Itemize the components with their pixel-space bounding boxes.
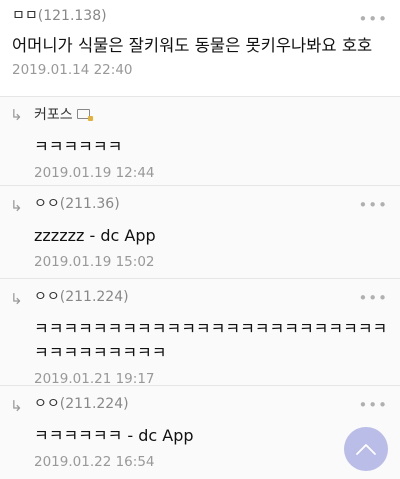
more-dots-icon[interactable]: ••• — [358, 196, 388, 214]
author-nickname: ㅇㅇ — [34, 396, 60, 412]
comment-author[interactable]: ㅇㅇ(211.224) — [34, 287, 388, 307]
author-nickname: 커포스 — [34, 107, 73, 123]
more-dots-icon[interactable]: ••• — [358, 289, 388, 307]
comment-date: 2019.01.14 22:40 — [12, 62, 133, 78]
more-dots-icon[interactable]: ••• — [358, 396, 388, 414]
author-ip: (211.224) — [59, 289, 129, 305]
comment-list: ㅁㅁ(121.138) ••• 어머니가 식물은 잘키워도 동물은 못키우나봐요… — [0, 0, 400, 479]
reply-arrow-icon: ↳ — [10, 106, 23, 124]
comment-author[interactable]: ㅇㅇ(211.224) — [34, 394, 388, 414]
reply-comment: ↳ ••• ㅇㅇ(211.224) ㅋㅋㅋㅋㅋㅋ - dc App 2019.0… — [0, 385, 400, 479]
comment: ㅁㅁ(121.138) ••• 어머니가 식물은 잘키워도 동물은 못키우나봐요… — [0, 0, 400, 96]
author-ip: (211.224) — [59, 396, 129, 412]
reply-arrow-icon: ↳ — [10, 397, 23, 415]
author-nickname: ㅁㅁ — [12, 8, 38, 24]
reply-comment: ↳ 커포스 ㅋㅋㅋㅋㅋㅋ 2019.01.19 12:44 — [0, 96, 400, 185]
lock-icon — [76, 109, 93, 121]
more-dots-icon[interactable]: ••• — [358, 10, 388, 28]
author-nickname: ㅇㅇ — [34, 196, 60, 212]
comment-text: zzzzzz - dc App — [34, 226, 156, 245]
chevron-up-icon — [356, 444, 376, 455]
comment-date: 2019.01.19 15:02 — [34, 254, 155, 270]
author-ip: (211.36) — [59, 196, 120, 212]
comment-text: ㅋㅋㅋㅋㅋㅋ - dc App — [34, 426, 194, 445]
reply-comment: ↳ ••• ㅇㅇ(211.224) ㅋㅋㅋㅋㅋㅋㅋㅋㅋㅋㅋㅋㅋㅋㅋㅋㅋㅋㅋㅋㅋㅋ… — [0, 278, 400, 387]
comment-date: 2019.01.19 12:44 — [34, 165, 155, 181]
comment-text: ㅋㅋㅋㅋㅋㅋㅋㅋㅋㅋㅋㅋㅋㅋㅋㅋㅋㅋㅋㅋㅋㅋㅋㅋㅋㅋㅋㅋㅋㅋㅋㅋㅋ — [34, 319, 388, 362]
reply-arrow-icon: ↳ — [10, 290, 23, 308]
scroll-top-button[interactable] — [344, 427, 388, 471]
comment-author[interactable]: ㅁㅁ(121.138) — [12, 6, 388, 26]
comment-text: ㅋㅋㅋㅋㅋㅋ — [34, 137, 123, 156]
comment-author[interactable]: ㅇㅇ(211.36) — [34, 194, 388, 214]
author-nickname: ㅇㅇ — [34, 289, 60, 305]
comment-text: 어머니가 식물은 잘키워도 동물은 못키우나봐요 호호 — [12, 36, 373, 55]
author-ip: (121.138) — [37, 8, 107, 24]
reply-comment: ↳ ••• ㅇㅇ(211.36) zzzzzz - dc App 2019.01… — [0, 185, 400, 278]
comment-author[interactable]: 커포스 — [34, 105, 388, 125]
comment-date: 2019.01.22 16:54 — [34, 454, 155, 470]
reply-arrow-icon: ↳ — [10, 197, 23, 215]
